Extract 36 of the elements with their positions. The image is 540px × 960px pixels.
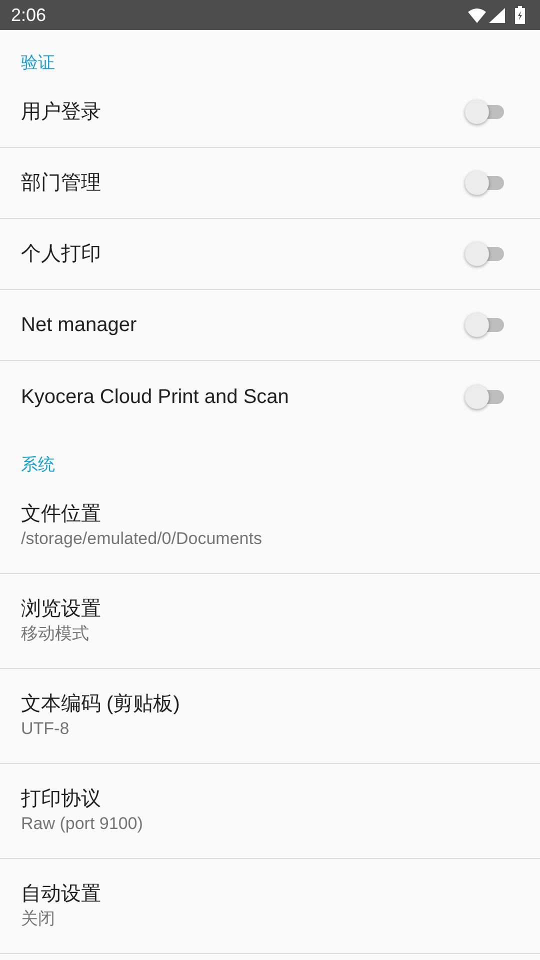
setting-value: 关闭 [21, 908, 55, 930]
toggle-switch[interactable] [465, 313, 489, 337]
toggle-switch[interactable] [465, 242, 489, 266]
setting-title: 自动设置 [21, 882, 101, 907]
wifi-icon [468, 8, 486, 22]
settings-row[interactable]: 个人打印 [0, 219, 540, 290]
settings-row[interactable]: 浏览设置 移动模式 [0, 574, 540, 669]
toggle-switch[interactable] [465, 100, 489, 124]
setting-title: 个人打印 [21, 242, 101, 267]
settings-row[interactable]: 自动设置 关闭 [0, 859, 540, 954]
setting-title: 用户登录 [21, 100, 101, 125]
setting-value: UTF-8 [21, 718, 70, 740]
toggle-switch[interactable] [465, 384, 489, 408]
toggle-switch[interactable] [465, 171, 489, 195]
settings-row[interactable]: 文件位置 /storage/emulated/0/Documents [0, 479, 540, 574]
setting-title: Kyocera Cloud Print and Scan [21, 384, 289, 410]
settings-row[interactable]: 部门管理 [0, 148, 540, 219]
setting-title: 打印协议 [21, 787, 101, 812]
setting-title: 文本编码 (剪贴板) [21, 692, 180, 717]
signal-icon [489, 8, 505, 22]
settings-row[interactable]: 打印协议 Raw (port 9100) [0, 764, 540, 859]
setting-title: Net manager [21, 313, 137, 338]
battery-icon [514, 6, 526, 24]
settings-row[interactable]: 文本编码 (剪贴板) UTF-8 [0, 669, 540, 764]
setting-value: /storage/emulated/0/Documents [21, 528, 262, 550]
settings-row[interactable]: Net manager [0, 290, 540, 361]
settings-row[interactable]: 用户登录 [0, 77, 540, 148]
settings-row[interactable]: Kyocera Cloud Print and Scan [0, 361, 540, 432]
setting-title: 浏览设置 [21, 597, 101, 622]
status-time: 2:06 [11, 4, 48, 26]
setting-value: 移动模式 [21, 623, 89, 645]
setting-title: 部门管理 [21, 171, 101, 196]
section-header: 验证 [21, 53, 55, 72]
section-header: 系统 [21, 455, 55, 474]
setting-value: Raw (port 9100) [21, 813, 143, 835]
setting-title: 文件位置 [21, 502, 101, 527]
